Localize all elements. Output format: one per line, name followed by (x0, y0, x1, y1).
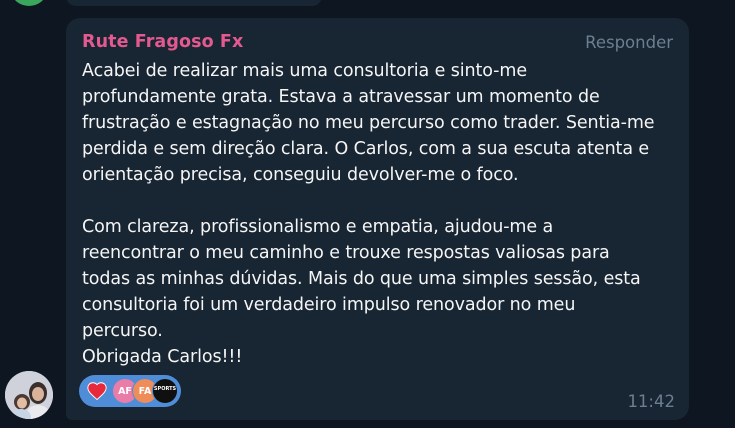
reply-button[interactable]: Responder (585, 33, 673, 52)
chat-area: Rute Fragoso Fx Responder Acabei de real… (0, 0, 735, 428)
message-time: 11:42 (627, 392, 675, 411)
previous-sender-avatar[interactable] (12, 0, 46, 6)
red-heart-icon (87, 382, 107, 401)
sender-name[interactable]: Rute Fragoso Fx (82, 32, 243, 52)
reaction-pill[interactable]: AF FA SPORTS (79, 375, 181, 407)
reaction-avatar-logo[interactable]: SPORTS (152, 378, 178, 404)
previous-message-bubble[interactable] (66, 0, 322, 6)
message-text: Acabei de realizar mais uma consultoria … (82, 61, 655, 367)
avatar[interactable] (5, 371, 53, 419)
avatar-photo (5, 371, 53, 419)
message-bubble[interactable]: Rute Fragoso Fx Responder Acabei de real… (66, 18, 689, 420)
